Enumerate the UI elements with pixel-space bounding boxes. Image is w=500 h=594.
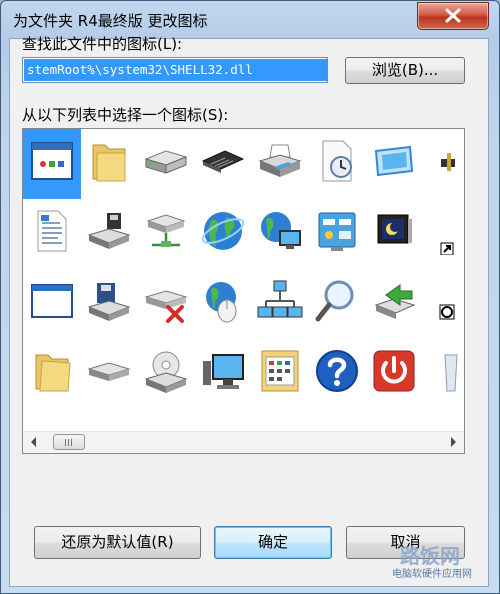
icon-item[interactable] [308,339,366,409]
blank-window-icon [31,284,73,318]
floppy-drive-computer-icon [87,213,131,249]
green-arrow-drive-icon [374,284,416,319]
calendar-board-icon [261,350,299,392]
close-button[interactable] [417,2,489,30]
icon-item[interactable] [422,199,464,269]
icon-item[interactable] [194,129,252,199]
icon-item[interactable] [137,339,195,409]
control-panel-icon [318,212,356,251]
scroll-left-icon[interactable] [31,437,36,447]
printer-icon [258,144,302,177]
document-text-icon [37,210,67,252]
grip-line [71,439,72,446]
cancel-button[interactable]: 取消 [346,526,465,559]
icon-item[interactable] [251,199,309,269]
icon-item[interactable] [365,269,423,339]
icon-item[interactable] [80,199,138,269]
removable-drive-icon [87,362,131,381]
icon-item[interactable] [422,339,464,409]
open-folder-icon [35,354,71,392]
horizontal-scrollbar[interactable] [23,431,464,453]
icon-file-path-value: stemRoot%\system32\SHELL32.dll [24,59,327,81]
magnifier-icon [315,280,354,322]
monitor-display-icon [374,145,414,177]
icon-item[interactable] [23,339,81,409]
icon-file-path-input[interactable]: stemRoot%\system32\SHELL32.dll [22,57,328,83]
choose-icon-label: 从以下列表中选择一个图标(S): [22,106,229,124]
grip-line [65,439,66,446]
icon-item[interactable] [137,269,195,339]
icon-item[interactable] [23,199,81,269]
hard-drive-icon [144,150,188,174]
globe-icon [201,212,245,250]
icon-item[interactable] [194,199,252,269]
floppy-disk-icon [87,283,131,321]
icon-item[interactable] [194,269,252,339]
scroll-right-icon[interactable] [451,437,456,447]
icon-item[interactable] [251,339,309,409]
recycle-bin-icon [444,354,458,392]
icon-item[interactable] [23,129,81,199]
icon-item[interactable] [251,269,309,339]
icon-item[interactable] [308,269,366,339]
icon-item[interactable] [80,129,138,199]
network-computers-icon [257,280,303,318]
partial-icon [441,153,455,171]
icon-item[interactable] [137,129,195,199]
computer-monitor-icon [203,354,244,389]
cd-drive-icon [144,351,188,393]
icon-item[interactable] [137,199,195,269]
ok-button[interactable]: 确定 [214,526,332,559]
close-icon [445,8,461,23]
browse-button[interactable]: 浏览(B)... [345,57,465,84]
folder-icon [92,144,126,182]
icon-item[interactable] [365,199,423,269]
icon-item[interactable] [251,129,309,199]
power-shutdown-icon [373,350,415,392]
icon-item[interactable] [365,129,423,199]
shortcut-arrow-icon [440,242,454,255]
grip-line [68,439,69,446]
monitor-moon-icon [377,214,412,244]
icon-item[interactable] [23,269,81,339]
globe-computer-icon [261,212,301,249]
memory-chip-icon [201,150,245,173]
clock-document-icon [322,140,352,182]
icon-item[interactable] [422,269,464,339]
scroll-thumb[interactable] [53,434,85,450]
icon-item[interactable] [194,339,252,409]
globe-mouse-icon [206,282,237,323]
help-question-icon [316,350,358,392]
find-icons-label: 查找此文件中的图标(L): [22,35,183,53]
icon-item[interactable] [308,129,366,199]
network-drive-icon [146,214,186,247]
icon-item[interactable] [365,339,423,409]
clock-overlay-icon [439,304,455,320]
icon-item[interactable] [80,339,138,409]
icon-list[interactable] [22,128,465,454]
application-window-icon [31,142,73,180]
restore-default-button[interactable]: 还原为默认值(R) [34,526,201,559]
icon-item[interactable] [308,199,366,269]
icon-item[interactable] [422,129,464,199]
icon-item[interactable] [80,269,138,339]
window-title: 为文件夹 R4最终版 更改图标 [13,12,208,30]
disconnected-drive-icon [144,290,188,323]
